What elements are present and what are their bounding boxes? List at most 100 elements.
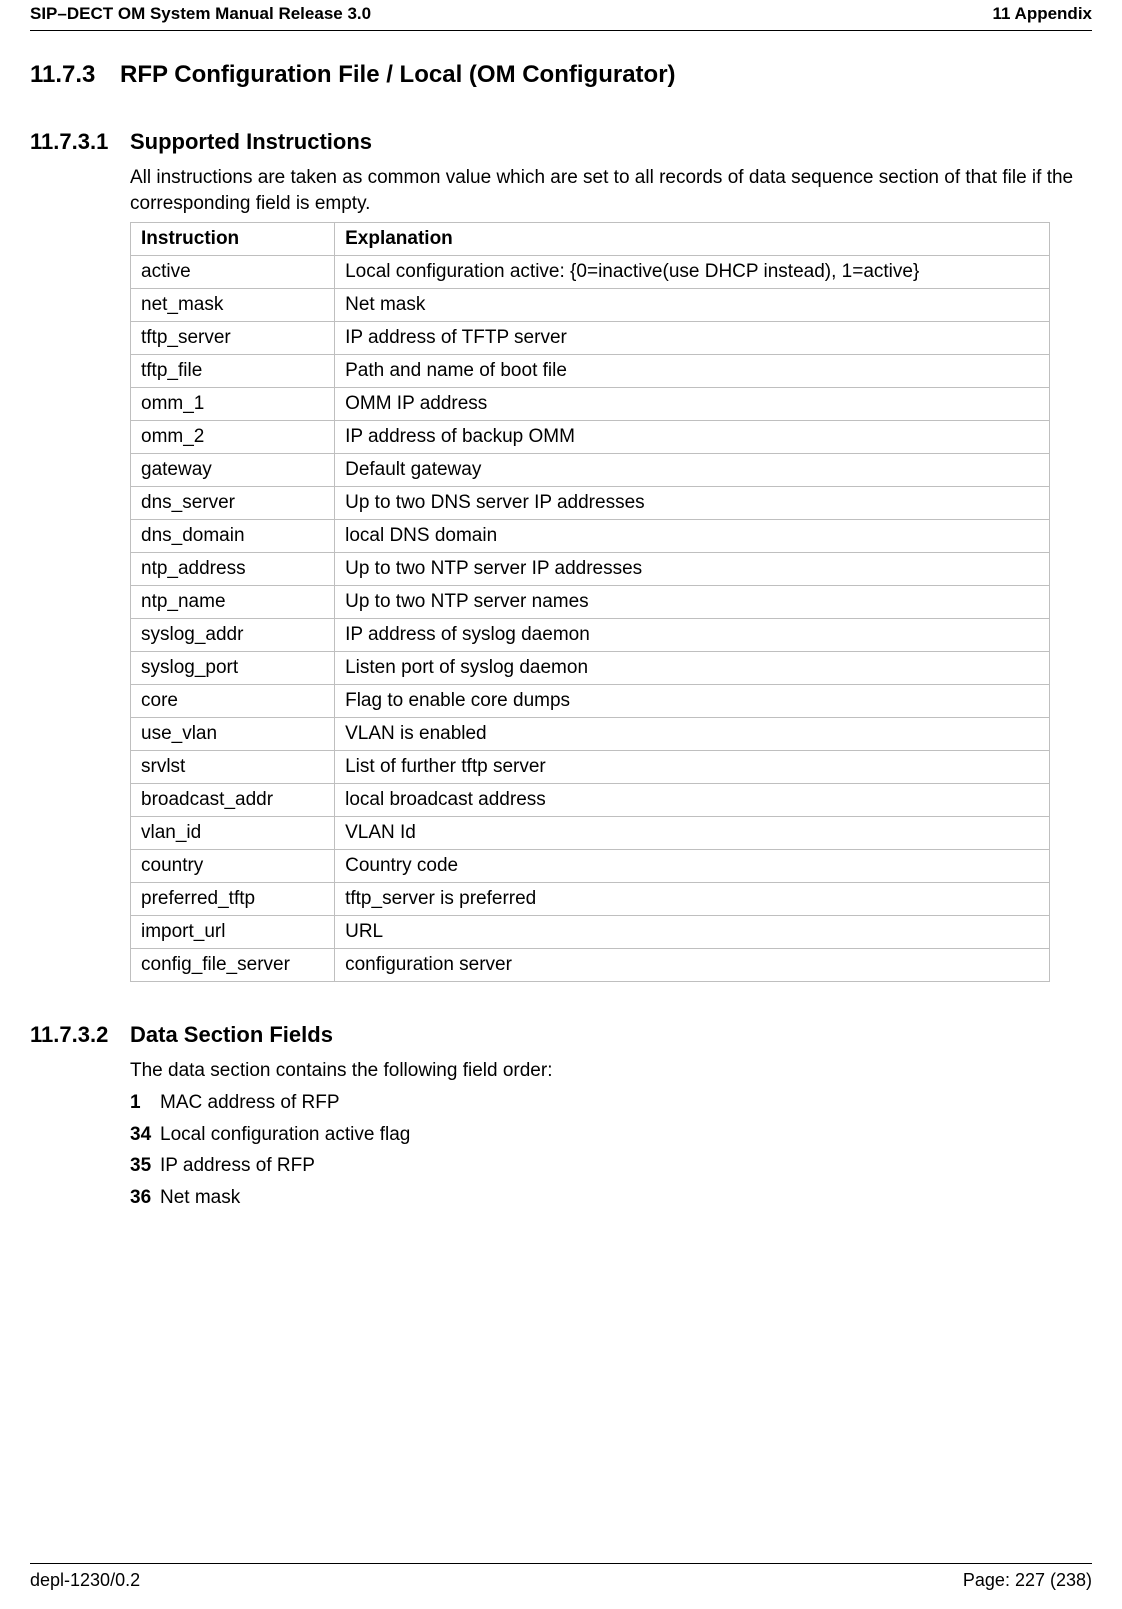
footer-right: Page: 227 (238) bbox=[963, 1570, 1092, 1591]
list-marker: 1 bbox=[130, 1090, 160, 1116]
cell-instruction: net_mask bbox=[131, 289, 335, 322]
cell-instruction: dns_domain bbox=[131, 520, 335, 553]
cell-instruction: ntp_name bbox=[131, 586, 335, 619]
table-row: countryCountry code bbox=[131, 850, 1050, 883]
table-row: coreFlag to enable core dumps bbox=[131, 685, 1050, 718]
table-row: activeLocal configuration active: {0=ina… bbox=[131, 256, 1050, 289]
list-item: 35IP address of RFP bbox=[130, 1153, 1092, 1179]
list-marker: 34 bbox=[130, 1122, 160, 1148]
table-row: ntp_nameUp to two NTP server names bbox=[131, 586, 1050, 619]
cell-instruction: preferred_tftp bbox=[131, 883, 335, 916]
cell-explanation: VLAN Id bbox=[335, 817, 1050, 850]
list-item: 1MAC address of RFP bbox=[130, 1090, 1092, 1116]
cell-explanation: Up to two NTP server names bbox=[335, 586, 1050, 619]
cell-instruction: country bbox=[131, 850, 335, 883]
cell-instruction: ntp_address bbox=[131, 553, 335, 586]
heading-title: Data Section Fields bbox=[130, 1022, 333, 1048]
list-item: 34Local configuration active flag bbox=[130, 1122, 1092, 1148]
cell-instruction: syslog_port bbox=[131, 652, 335, 685]
cell-explanation: Path and name of boot file bbox=[335, 355, 1050, 388]
heading-title: Supported Instructions bbox=[130, 129, 372, 155]
cell-instruction: use_vlan bbox=[131, 718, 335, 751]
table-row: dns_domainlocal DNS domain bbox=[131, 520, 1050, 553]
table-row: broadcast_addrlocal broadcast address bbox=[131, 784, 1050, 817]
cell-explanation: Flag to enable core dumps bbox=[335, 685, 1050, 718]
cell-explanation: local broadcast address bbox=[335, 784, 1050, 817]
table-row: config_file_serverconfiguration server bbox=[131, 949, 1050, 982]
cell-instruction: vlan_id bbox=[131, 817, 335, 850]
cell-instruction: broadcast_addr bbox=[131, 784, 335, 817]
cell-instruction: tftp_file bbox=[131, 355, 335, 388]
cell-explanation: IP address of syslog daemon bbox=[335, 619, 1050, 652]
heading-11-7-3-1: 11.7.3.1 Supported Instructions bbox=[30, 129, 1092, 155]
list-item: 36Net mask bbox=[130, 1185, 1092, 1211]
heading-11-7-3: 11.7.3 RFP Configuration File / Local (O… bbox=[30, 61, 1092, 89]
page-footer: depl-1230/0.2 Page: 227 (238) bbox=[30, 1563, 1092, 1591]
list-marker: 36 bbox=[130, 1185, 160, 1211]
heading-number: 11.7.3.1 bbox=[30, 129, 130, 155]
list-marker: 35 bbox=[130, 1153, 160, 1179]
cell-instruction: active bbox=[131, 256, 335, 289]
cell-explanation: OMM IP address bbox=[335, 388, 1050, 421]
list-text: MAC address of RFP bbox=[160, 1090, 340, 1116]
heading-11-7-3-2: 11.7.3.2 Data Section Fields bbox=[30, 1022, 1092, 1048]
table-row: srvlstList of further tftp server bbox=[131, 751, 1050, 784]
table-header-row: Instruction Explanation bbox=[131, 223, 1050, 256]
table-row: syslog_addrIP address of syslog daemon bbox=[131, 619, 1050, 652]
table-row: omm_2IP address of backup OMM bbox=[131, 421, 1050, 454]
cell-instruction: srvlst bbox=[131, 751, 335, 784]
list-text: Local configuration active flag bbox=[160, 1122, 410, 1148]
paragraph: The data section contains the following … bbox=[130, 1058, 1092, 1084]
cell-explanation: Listen port of syslog daemon bbox=[335, 652, 1050, 685]
cell-explanation: VLAN is enabled bbox=[335, 718, 1050, 751]
cell-explanation: IP address of TFTP server bbox=[335, 322, 1050, 355]
table-row: gatewayDefault gateway bbox=[131, 454, 1050, 487]
table-row: import_urlURL bbox=[131, 916, 1050, 949]
cell-explanation: List of further tftp server bbox=[335, 751, 1050, 784]
table-row: syslog_portListen port of syslog daemon bbox=[131, 652, 1050, 685]
table-row: dns_serverUp to two DNS server IP addres… bbox=[131, 487, 1050, 520]
cell-instruction: syslog_addr bbox=[131, 619, 335, 652]
cell-instruction: dns_server bbox=[131, 487, 335, 520]
cell-explanation: Local configuration active: {0=inactive(… bbox=[335, 256, 1050, 289]
cell-explanation: URL bbox=[335, 916, 1050, 949]
page-header: SIP–DECT OM System Manual Release 3.0 11… bbox=[30, 0, 1092, 31]
list-text: IP address of RFP bbox=[160, 1153, 315, 1179]
list-text: Net mask bbox=[160, 1185, 240, 1211]
cell-instruction: omm_2 bbox=[131, 421, 335, 454]
cell-instruction: gateway bbox=[131, 454, 335, 487]
table-row: vlan_idVLAN Id bbox=[131, 817, 1050, 850]
section-body: All instructions are taken as common val… bbox=[130, 165, 1092, 982]
col-explanation: Explanation bbox=[335, 223, 1050, 256]
heading-number: 11.7.3 bbox=[30, 61, 120, 89]
cell-explanation: configuration server bbox=[335, 949, 1050, 982]
cell-explanation: Up to two DNS server IP addresses bbox=[335, 487, 1050, 520]
cell-explanation: Up to two NTP server IP addresses bbox=[335, 553, 1050, 586]
heading-title: RFP Configuration File / Local (OM Confi… bbox=[120, 61, 676, 89]
cell-instruction: omm_1 bbox=[131, 388, 335, 421]
section-body: The data section contains the following … bbox=[130, 1058, 1092, 1210]
cell-explanation: Default gateway bbox=[335, 454, 1050, 487]
page: SIP–DECT OM System Manual Release 3.0 11… bbox=[0, 0, 1122, 1609]
table-row: net_maskNet mask bbox=[131, 289, 1050, 322]
cell-explanation: IP address of backup OMM bbox=[335, 421, 1050, 454]
cell-explanation: local DNS domain bbox=[335, 520, 1050, 553]
footer-left: depl-1230/0.2 bbox=[30, 1570, 140, 1591]
table-row: tftp_serverIP address of TFTP server bbox=[131, 322, 1050, 355]
cell-instruction: core bbox=[131, 685, 335, 718]
cell-explanation: Country code bbox=[335, 850, 1050, 883]
header-right: 11 Appendix bbox=[992, 4, 1092, 24]
cell-instruction: import_url bbox=[131, 916, 335, 949]
header-left: SIP–DECT OM System Manual Release 3.0 bbox=[30, 4, 371, 24]
cell-instruction: config_file_server bbox=[131, 949, 335, 982]
table-row: use_vlanVLAN is enabled bbox=[131, 718, 1050, 751]
table-row: tftp_filePath and name of boot file bbox=[131, 355, 1050, 388]
col-instruction: Instruction bbox=[131, 223, 335, 256]
table-row: ntp_addressUp to two NTP server IP addre… bbox=[131, 553, 1050, 586]
cell-explanation: Net mask bbox=[335, 289, 1050, 322]
instructions-table: Instruction Explanation activeLocal conf… bbox=[130, 222, 1050, 982]
table-row: preferred_tftptftp_server is preferred bbox=[131, 883, 1050, 916]
heading-number: 11.7.3.2 bbox=[30, 1022, 130, 1048]
cell-explanation: tftp_server is preferred bbox=[335, 883, 1050, 916]
paragraph: All instructions are taken as common val… bbox=[130, 165, 1092, 216]
